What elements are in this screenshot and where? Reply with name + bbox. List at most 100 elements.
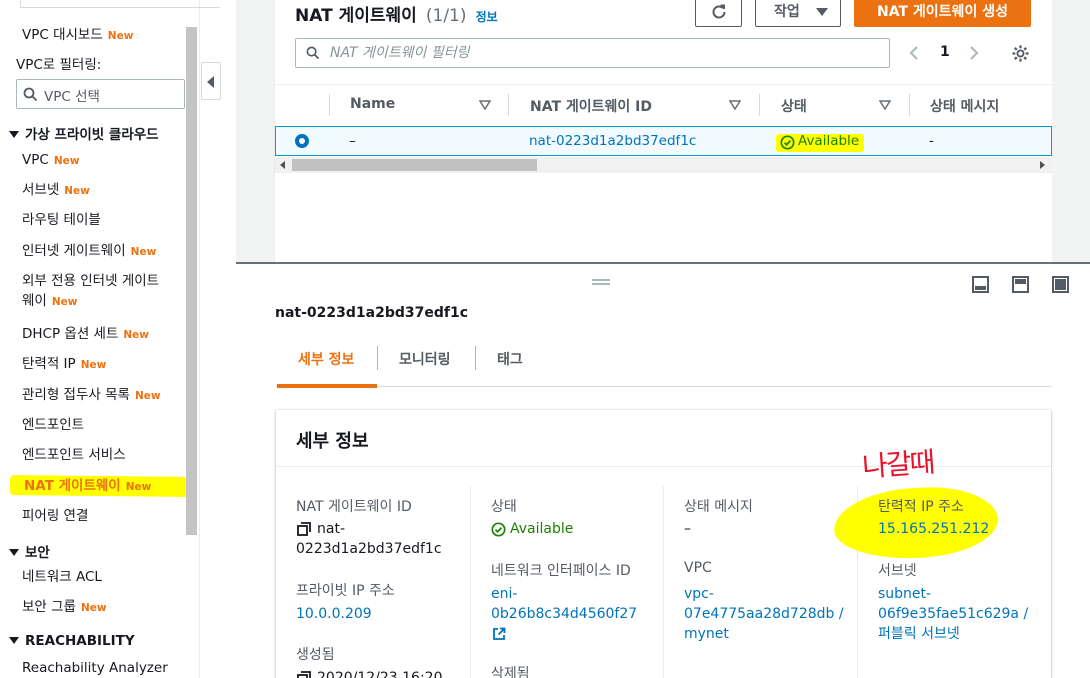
sidebar-item-egress-only-igw[interactable]: 외부 전용 인터넷 게이트 웨이 New [22, 272, 159, 311]
sidebar-item-route-tables[interactable]: 라우팅 테이블 [22, 211, 101, 229]
copy-icon[interactable] [297, 522, 311, 536]
new-badge: New [51, 296, 78, 308]
column-divider [508, 94, 509, 116]
sort-icon[interactable] [479, 100, 491, 110]
sidebar-item-dashboard[interactable]: VPC 대시보드 New [22, 26, 133, 45]
panel-side-icon[interactable] [1012, 276, 1029, 293]
column-header-name[interactable]: Name [350, 96, 395, 112]
scrollbar-thumb[interactable] [292, 159, 537, 171]
sidebar-item-endpoints[interactable]: 엔드포인트 [22, 416, 84, 434]
table-header-top-border [275, 84, 1052, 85]
panel-full-icon[interactable] [1052, 276, 1069, 293]
horizontal-scrollbar[interactable] [275, 157, 1052, 173]
sidebar-item-prefix-lists[interactable]: 관리형 접두사 목록 New [22, 386, 161, 405]
sidebar-collapse-button[interactable] [201, 62, 221, 100]
sidebar-item-nat-gateways[interactable]: NAT 게이트웨이 New [24, 477, 151, 496]
filter-placeholder: NAT 게이트웨이 필터링 [330, 45, 470, 61]
vpc-link-line2[interactable]: 07e4775aa28d728db / [684, 604, 844, 624]
sidebar-item-label: 보안 그룹 [22, 599, 76, 615]
eni-label: 네트워크 인터페이스 ID [491, 563, 631, 579]
sidebar-item-network-acl[interactable]: 네트워크 ACL [22, 568, 102, 586]
column-divider [663, 486, 664, 678]
row-nat-id-link[interactable]: nat-0223d1a2bd37edf1c [529, 133, 696, 149]
sidebar-item-label: DHCP 옵션 세트 [22, 326, 119, 342]
handwritten-annotation: 나갈때 [861, 445, 935, 484]
detail-title: nat-0223d1a2bd37edf1c [275, 305, 469, 321]
created-value: 2020/12/23 16:20 [317, 670, 443, 678]
new-badge: New [123, 329, 149, 341]
split-panel-divider[interactable] [236, 262, 1090, 264]
panel-bottom-icon[interactable] [972, 276, 989, 293]
tabs-baseline [276, 386, 1051, 387]
chevron-left-icon[interactable] [908, 45, 920, 61]
column-header-state[interactable]: 상태 [781, 96, 807, 116]
sidebar-item-label: VPC [22, 152, 49, 168]
eni-link-line2[interactable]: 0b26b8c34d4560f27 [491, 604, 637, 624]
column-divider [470, 486, 471, 678]
section-reachability[interactable]: REACHABILITY [9, 633, 135, 649]
column-divider [909, 94, 910, 116]
search-icon [23, 87, 38, 102]
selection-count: (1/1) [425, 6, 467, 26]
page-number[interactable]: 1 [940, 44, 950, 60]
vpc-link-line3[interactable]: mynet [684, 624, 729, 644]
private-ip-value[interactable]: 10.0.0.209 [296, 604, 372, 624]
column-header-id[interactable]: NAT 게이트웨이 ID [530, 96, 652, 116]
nat-id-value: nat- [317, 521, 345, 537]
subnet-link-line2[interactable]: 06f9e35fae51c629a / [878, 604, 1028, 624]
state-label: 상태 [491, 499, 517, 515]
scroll-left-icon[interactable] [280, 161, 285, 169]
tab-details[interactable]: 세부 정보 [298, 349, 354, 369]
external-link-icon[interactable] [492, 627, 506, 641]
tab-tags[interactable]: 태그 [497, 349, 523, 369]
section-vpc[interactable]: 가상 프라이빗 클라우드 [9, 123, 159, 143]
create-nat-gateway-button[interactable]: NAT 게이트웨이 생성 [854, 0, 1031, 27]
list-header: NAT 게이트웨이 (1/1) 정보 [295, 1, 498, 26]
sidebar-item-subnets[interactable]: 서브넷 New [22, 181, 90, 200]
sidebar-scrollbar[interactable] [186, 27, 197, 535]
created-label: 생성됨 [296, 647, 335, 663]
new-badge: New [53, 155, 80, 167]
tab-divider [377, 346, 378, 370]
page-title: NAT 게이트웨이 [295, 6, 417, 26]
subnet-label: 서브넷 [878, 563, 917, 579]
gutter-right [1052, 0, 1090, 262]
info-link[interactable]: 정보 [476, 10, 498, 24]
gear-icon[interactable] [1011, 44, 1030, 63]
caret-down-icon [9, 636, 19, 644]
sidebar-item-label: 피어링 연결 [22, 508, 89, 524]
tab-monitoring[interactable]: 모니터링 [399, 349, 451, 369]
sidebar-item-internet-gateways[interactable]: 인터넷 게이트웨이 New [22, 242, 156, 261]
sort-icon[interactable] [879, 100, 891, 110]
section-security[interactable]: 보안 [9, 541, 50, 561]
sidebar-item-dhcp[interactable]: DHCP 옵션 세트 New [22, 325, 149, 344]
vpc-filter-select[interactable]: VPC 선택 [16, 79, 185, 109]
sort-icon[interactable] [729, 100, 741, 110]
subnet-link-line3[interactable]: 퍼블릭 서브넷 [878, 624, 960, 644]
section-label: 가상 프라이빗 클라우드 [25, 127, 159, 143]
sidebar-item-security-groups[interactable]: 보안 그룹 New [22, 598, 107, 617]
sidebar-item-endpoint-services[interactable]: 엔드포인트 서비스 [22, 446, 126, 464]
refresh-button[interactable] [695, 0, 742, 27]
eni-link[interactable]: eni- [491, 584, 517, 604]
row-radio[interactable] [295, 134, 309, 148]
nat-filter-input[interactable]: NAT 게이트웨이 필터링 [295, 38, 890, 68]
drag-handle-icon[interactable] [592, 279, 610, 281]
subnet-link[interactable]: subnet- [878, 584, 931, 604]
vpc-link[interactable]: vpc- [684, 584, 714, 604]
actions-dropdown[interactable]: 작업 [755, 0, 841, 27]
sidebar-item-elastic-ip[interactable]: 탄력적 IP New [22, 355, 106, 374]
sidebar-item-label: 외부 전용 인터넷 게이트 [22, 273, 160, 289]
copy-icon[interactable] [297, 671, 311, 678]
scroll-right-icon[interactable] [1040, 161, 1045, 169]
state-value: Available [510, 521, 574, 537]
sidebar-item-vpc[interactable]: VPC New [22, 151, 79, 170]
sidebar-item-reachability-analyzer[interactable]: Reachability Analyzer [22, 659, 168, 677]
nat-id-label: NAT 게이트웨이 ID [296, 499, 412, 515]
column-header-state-message[interactable]: 상태 메시지 [930, 96, 999, 116]
card-title: 세부 정보 [296, 431, 369, 452]
new-badge: New [130, 246, 157, 258]
sidebar-item-peering[interactable]: 피어링 연결 [22, 507, 88, 525]
chevron-right-icon[interactable] [968, 45, 980, 61]
elastic-ip-value[interactable]: 15.165.251.212 [878, 519, 989, 539]
